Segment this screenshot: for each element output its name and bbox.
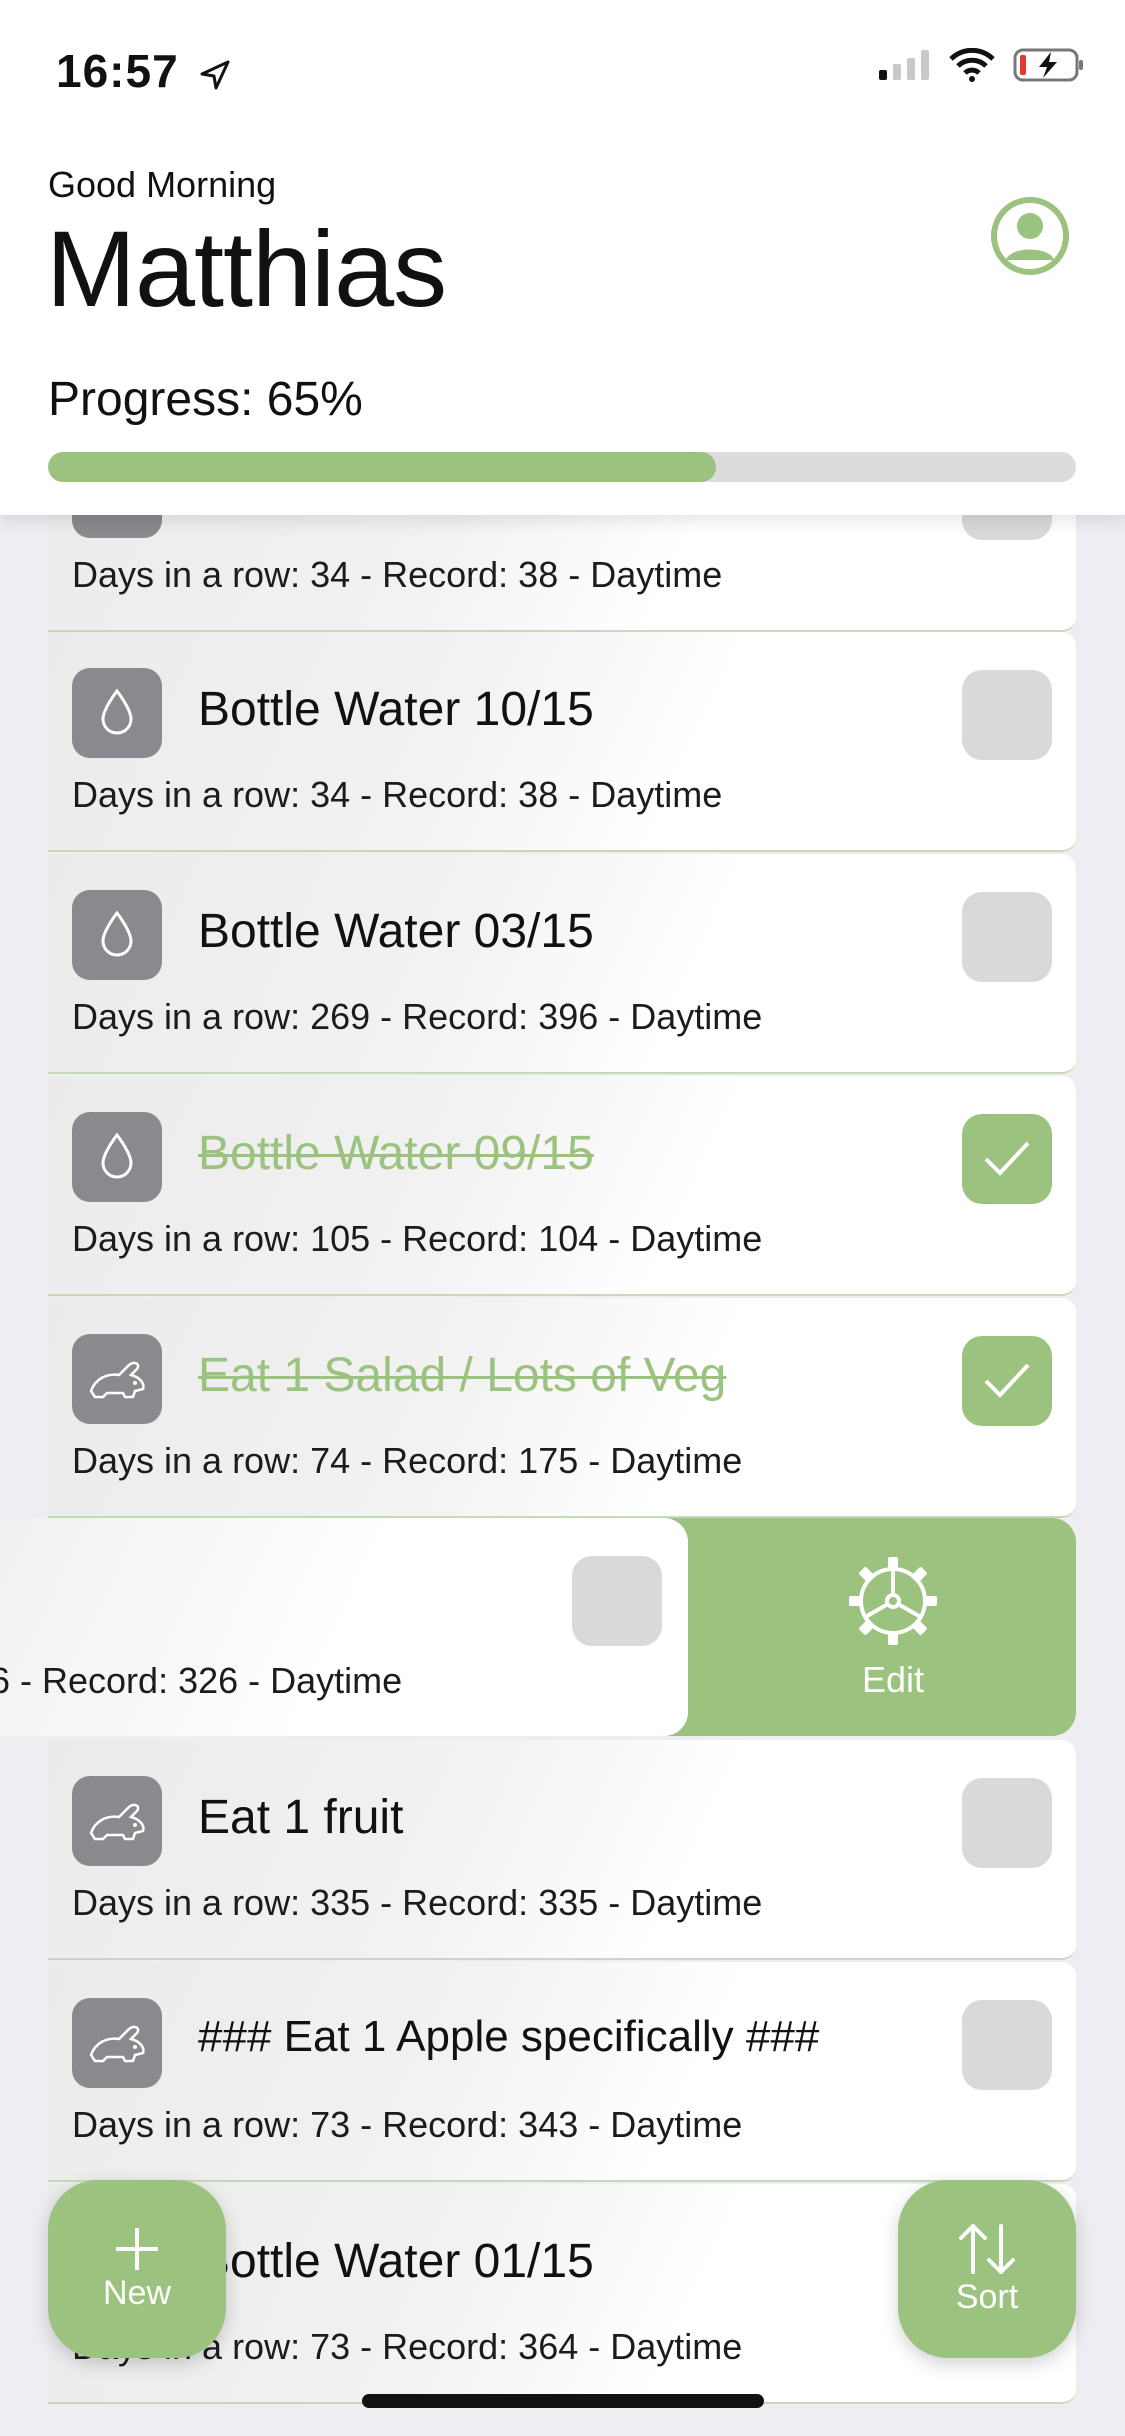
battery-charging-icon	[1013, 48, 1083, 82]
habit-card[interactable]: Eat 1 fruit Days in a row: 335 - Record:…	[48, 1740, 1076, 1960]
checkmark-icon	[984, 1141, 1030, 1176]
habit-checkbox[interactable]	[962, 670, 1052, 760]
sort-button[interactable]: Sort	[898, 2180, 1076, 2358]
habit-checkbox[interactable]	[962, 1336, 1052, 1426]
progress-label: Progress: 65%	[48, 373, 363, 426]
habit-title: Bottle Water 01/15	[198, 2235, 594, 2288]
habit-checkbox[interactable]	[962, 1114, 1052, 1204]
rabbit-icon	[72, 1334, 162, 1424]
wifi-icon	[949, 48, 995, 82]
drop-icon	[72, 668, 162, 758]
gear-icon	[849, 1557, 937, 1645]
home-indicator	[362, 2394, 764, 2408]
status-time: 16:57	[56, 44, 232, 98]
profile-button[interactable]	[990, 196, 1070, 276]
location-arrow-icon	[200, 60, 230, 90]
habit-meta: Days in a row: 34 - Record: 38 - Daytime	[72, 554, 723, 595]
habit-card[interactable]: Bottle Water 09/15 Days in a row: 105 - …	[48, 1076, 1076, 1296]
habit-title: Bottle Water 03/15	[198, 905, 594, 958]
new-button[interactable]: New	[48, 2180, 226, 2358]
status-indicators	[879, 48, 1085, 82]
new-label: New	[102, 2273, 172, 2312]
habit-meta: Days in a row: 335 - Record: 335 - Dayti…	[72, 1882, 763, 1923]
progress-bar-fill	[48, 452, 717, 482]
progress-bar	[48, 452, 1076, 482]
habit-card[interactable]: Eat 1 Salad / Lots of Veg Days in a row:…	[48, 1298, 1076, 1518]
habit-meta: 6 - Record: 326 - Daytime	[0, 1660, 403, 1701]
habit-checkbox[interactable]	[962, 892, 1052, 982]
checkmark-icon	[984, 1363, 1030, 1398]
habit-card-swiped[interactable]: it 6 - Record: 326 - Daytime	[0, 1518, 688, 1736]
habit-meta: Days in a row: 105 - Record: 104 - Dayti…	[72, 1218, 763, 1259]
sort-arrows-icon	[959, 2223, 1015, 2274]
habit-title: Bottle Water 09/15	[198, 1127, 594, 1180]
rabbit-icon	[72, 1998, 162, 2088]
edit-label: Edit	[861, 1659, 925, 1700]
habit-title: Eat 1 Salad / Lots of Veg	[198, 1349, 727, 1402]
habit-meta: Days in a row: 73 - Record: 343 - Daytim…	[72, 2104, 743, 2145]
habit-meta: Days in a row: 269 - Record: 396 - Dayti…	[72, 996, 763, 1037]
plus-icon	[116, 2227, 158, 2270]
habit-checkbox[interactable]	[962, 2000, 1052, 2090]
clock: 16:57	[56, 45, 179, 97]
habit-meta: Days in a row: 34 - Record: 38 - Daytime	[72, 774, 723, 815]
habit-card[interactable]: ### Eat 1 Apple specifically ### Days in…	[48, 1962, 1076, 2182]
user-name: Matthias	[46, 208, 447, 329]
habit-checkbox[interactable]	[572, 1556, 662, 1646]
habit-meta: Days in a row: 74 - Record: 175 - Daytim…	[72, 1440, 743, 1481]
habit-checkbox[interactable]	[962, 1778, 1052, 1868]
drop-icon	[72, 1112, 162, 1202]
habit-title: Eat 1 fruit	[198, 1791, 404, 1844]
drop-icon	[72, 890, 162, 980]
cellular-signal-icon	[879, 50, 929, 80]
rabbit-icon	[72, 1776, 162, 1866]
habit-title: Bottle Water 10/15	[198, 683, 594, 736]
edit-button[interactable]: Edit	[660, 1518, 1076, 1736]
swiped-habit-row[interactable]: it 6 - Record: 326 - Daytime	[0, 1518, 1076, 1736]
habit-card[interactable]: Bottle Water 10/15 Days in a row: 34 - R…	[48, 632, 1076, 852]
greeting: Good Morning	[48, 164, 277, 205]
sort-label: Sort	[955, 2277, 1019, 2316]
header: 16:57 Good Morning Matthias Progress: 65…	[0, 0, 1125, 515]
habit-title: ### Eat 1 Apple specifically ###	[198, 2012, 820, 2061]
user-avatar-icon	[991, 197, 1069, 275]
habit-card[interactable]: Bottle Water 03/15 Days in a row: 269 - …	[48, 854, 1076, 1074]
